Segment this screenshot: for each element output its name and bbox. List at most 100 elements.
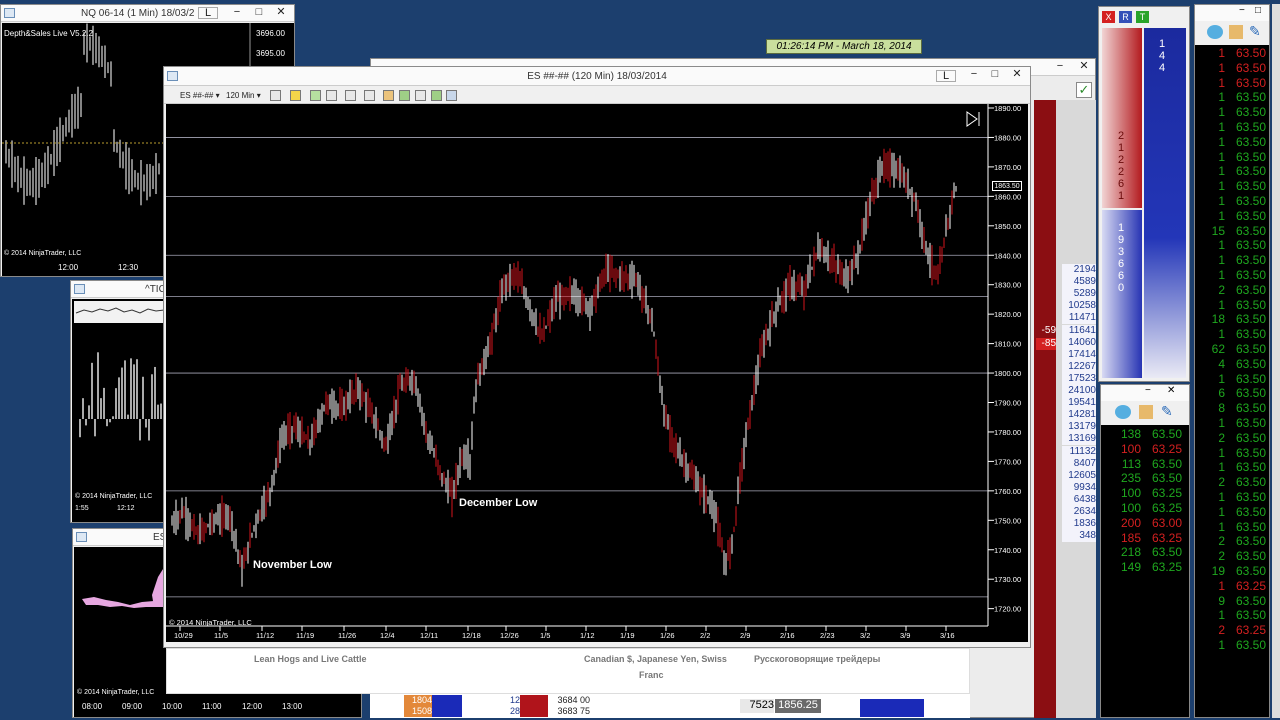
zoom-icon[interactable]: [345, 90, 356, 101]
dom-row[interactable]: 2 63.50: [1196, 549, 1270, 564]
dom-row[interactable]: 1 63.50: [1196, 135, 1270, 150]
dom-row[interactable]: 1 63.50: [1196, 298, 1270, 313]
cad-label[interactable]: Canadian $, Japanese Yen, Swiss: [584, 654, 727, 664]
minimize-button[interactable]: −: [963, 67, 985, 83]
dom-row[interactable]: 6 63.50: [1196, 386, 1270, 401]
go-to-end-icon[interactable]: [966, 111, 980, 127]
volume-cell[interactable]: 2194: [1062, 264, 1096, 276]
crosshair-icon[interactable]: [326, 90, 337, 101]
volume-cell[interactable]: 13169: [1062, 433, 1096, 446]
instrument-selector[interactable]: ES ##-## ▾: [180, 89, 220, 103]
dom-row[interactable]: 235 63.50: [1104, 471, 1186, 486]
minimize-button[interactable]: −: [226, 5, 248, 21]
properties-icon[interactable]: [364, 90, 375, 101]
dom-row[interactable]: 1 63.50: [1196, 490, 1270, 505]
dom-row[interactable]: 2 63.50: [1196, 431, 1270, 446]
volume-cell[interactable]: 11471: [1062, 312, 1096, 325]
chat-icon[interactable]: [1115, 405, 1131, 419]
volume-cell[interactable]: 12267: [1062, 360, 1096, 373]
close-button[interactable]: ✕: [1006, 67, 1028, 83]
pencil-icon[interactable]: [290, 90, 301, 101]
dom-row[interactable]: 2 63.50: [1196, 475, 1270, 490]
button-t[interactable]: T: [1136, 11, 1149, 23]
dom-row[interactable]: 113 63.50: [1104, 457, 1186, 472]
close-button[interactable]: ✕: [1073, 59, 1095, 75]
dom-row[interactable]: 1 63.50: [1196, 253, 1270, 268]
dom-row[interactable]: 2 63.50: [1196, 534, 1270, 549]
bar-type-icon[interactable]: [270, 90, 281, 101]
volume-cell[interactable]: 8407: [1062, 457, 1096, 470]
volume-cell[interactable]: 13179: [1062, 421, 1096, 434]
dom-row[interactable]: 200 63.00: [1104, 516, 1186, 531]
volume-cell[interactable]: 11641: [1062, 324, 1096, 337]
dom-mid-title-bar[interactable]: − ✕: [1101, 385, 1189, 401]
dom-row[interactable]: 4 63.50: [1196, 357, 1270, 372]
dom-row[interactable]: 1 63.50: [1196, 416, 1270, 431]
indicator-icon[interactable]: [383, 90, 394, 101]
dom-row[interactable]: 1 63.50: [1196, 327, 1270, 342]
dom-row[interactable]: 1 63.50: [1196, 372, 1270, 387]
dom-row[interactable]: 1 63.50: [1196, 446, 1270, 461]
settings-icon[interactable]: [1139, 405, 1153, 419]
data-box-icon[interactable]: [415, 90, 426, 101]
window-button[interactable]: L: [198, 7, 218, 19]
strategy-icon[interactable]: [399, 90, 410, 101]
dom-row[interactable]: 149 63.25: [1104, 560, 1186, 575]
minimize-button[interactable]: −: [1239, 5, 1245, 16]
dom-row[interactable]: 1 63.50: [1196, 194, 1270, 209]
dom-row[interactable]: 1 63.50: [1196, 105, 1270, 120]
close-button[interactable]: ✕: [1167, 385, 1175, 396]
dom-right-title-bar[interactable]: − □: [1195, 5, 1269, 21]
maximize-button[interactable]: □: [984, 67, 1006, 83]
volume-cell[interactable]: 2634: [1062, 506, 1096, 518]
marker-icon[interactable]: [310, 90, 321, 101]
volume-cell[interactable]: 4589: [1062, 276, 1096, 289]
dom-row[interactable]: 1 63.50: [1196, 164, 1270, 179]
button-x[interactable]: X: [1102, 11, 1115, 23]
dom-row[interactable]: 100 63.25: [1104, 442, 1186, 457]
russian-label[interactable]: Русскоговорящие трейдеры: [754, 654, 880, 664]
dom-row[interactable]: 1 63.50: [1196, 460, 1270, 475]
dom-row[interactable]: 1 63.50: [1196, 150, 1270, 165]
minimize-button[interactable]: −: [1145, 385, 1151, 396]
main-title-bar[interactable]: ES ##-## (120 Min) 18/03/2014 L − □ ✕: [164, 67, 1030, 86]
checkbox-icon[interactable]: ✓: [1076, 82, 1092, 98]
dom-row[interactable]: 2 63.50: [1196, 283, 1270, 298]
minimize-button[interactable]: −: [1049, 59, 1071, 75]
maximize-button[interactable]: □: [1255, 5, 1261, 16]
wrench-icon[interactable]: ✎: [1161, 403, 1173, 420]
dom-row[interactable]: 8 63.50: [1196, 401, 1270, 416]
dom-row[interactable]: 1 63.50: [1196, 608, 1270, 623]
dom-row[interactable]: 62 63.50: [1196, 342, 1270, 357]
chat-icon[interactable]: [1207, 25, 1223, 39]
nq-title-bar[interactable]: NQ 06-14 (1 Min) 18/03/2 L − □ ✕: [1, 5, 294, 22]
dom-row[interactable]: 1 63.50: [1196, 505, 1270, 520]
volume-cell[interactable]: 1836: [1062, 518, 1096, 531]
dom-row[interactable]: 185 63.25: [1104, 531, 1186, 546]
dom-row[interactable]: 1 63.50: [1196, 46, 1270, 61]
dom-row[interactable]: 138 63.50: [1104, 427, 1186, 442]
window-button[interactable]: L: [936, 70, 956, 82]
tick-title-bar[interactable]: ^TIC: [71, 281, 169, 298]
dom-row[interactable]: 15 63.50: [1196, 224, 1270, 239]
dom-row[interactable]: 1 63.25: [1196, 579, 1270, 594]
dom-row[interactable]: 19 63.50: [1196, 564, 1270, 579]
dom-row[interactable]: 1 63.50: [1196, 520, 1270, 535]
volume-cell[interactable]: 17414: [1062, 348, 1096, 361]
template-icon[interactable]: [446, 90, 457, 101]
dom-row[interactable]: 1 63.50: [1196, 61, 1270, 76]
dom-row[interactable]: 218 63.50: [1104, 545, 1186, 560]
volume-cell[interactable]: 17523: [1062, 372, 1096, 385]
volume-cell[interactable]: 19541: [1062, 397, 1096, 410]
wrench-icon[interactable]: ✎: [1249, 23, 1261, 40]
volume-cell[interactable]: 14060: [1062, 336, 1096, 349]
dom-row[interactable]: 1 63.50: [1196, 90, 1270, 105]
dom-row[interactable]: 1 63.50: [1196, 638, 1270, 653]
volume-cell[interactable]: 24100: [1062, 385, 1096, 397]
volume-cell[interactable]: 5289: [1062, 288, 1096, 301]
dom-row[interactable]: 1 63.50: [1196, 268, 1270, 283]
volume-cell[interactable]: 9934: [1062, 481, 1096, 494]
volume-cell[interactable]: 348: [1062, 530, 1096, 543]
volume-cell[interactable]: 10258: [1062, 300, 1096, 313]
button-r[interactable]: R: [1119, 11, 1132, 23]
